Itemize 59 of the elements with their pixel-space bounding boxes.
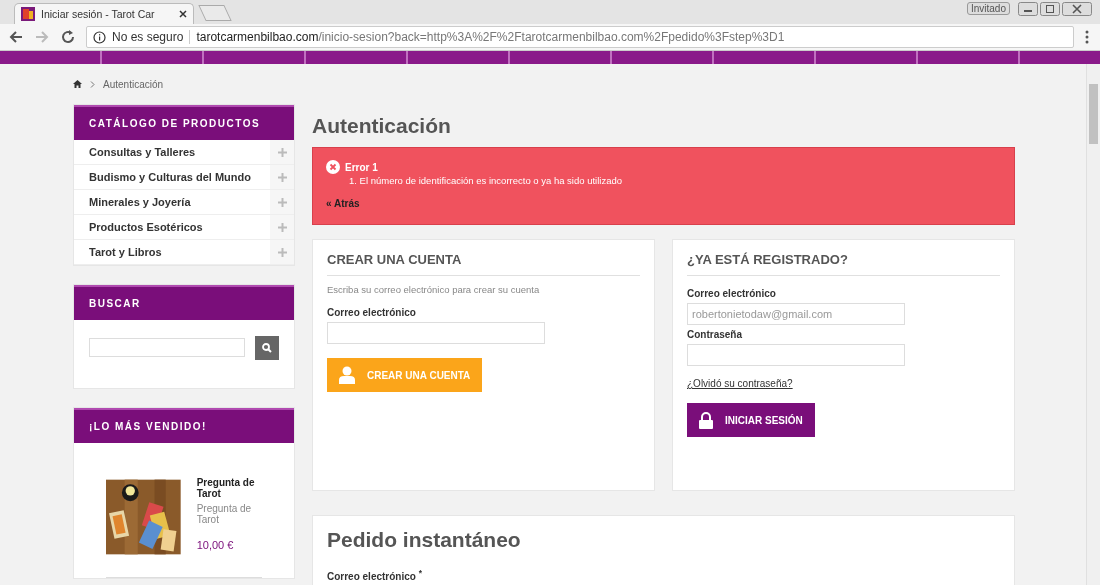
expand-plus-icon[interactable] [270, 165, 294, 189]
lock-icon [699, 411, 713, 429]
forward-arrow-icon[interactable] [34, 29, 50, 45]
close-tab-icon[interactable] [179, 10, 187, 18]
card-title: ¿YA ESTÁ REGISTRADO? [687, 252, 1000, 276]
back-link[interactable]: « Atrás [326, 198, 1001, 209]
category-link[interactable]: Budismo y Culturas del Mundo [74, 171, 270, 183]
hint-text: Escriba su correo electrónico para crear su cuenta [327, 284, 540, 295]
error-number: 1. [349, 175, 357, 186]
user-icon [339, 366, 355, 384]
product-price: 10,00 € [196, 539, 235, 551]
scrollbar[interactable] [1086, 64, 1100, 585]
breadcrumb-item: Autenticación [103, 78, 164, 90]
product-name[interactable]: Pregunta de Tarot [196, 477, 262, 499]
forgot-password-link[interactable]: ¿Olvidó su contraseña? [687, 378, 793, 389]
category-link[interactable]: Minerales y Joyería [74, 196, 270, 208]
maximize-icon[interactable] [1040, 2, 1060, 16]
security-label: No es seguro [112, 30, 191, 44]
expand-plus-icon[interactable] [270, 140, 294, 164]
profile-button[interactable]: Invitado [966, 2, 1010, 15]
menu-icon[interactable] [1084, 29, 1090, 45]
card-title: CREAR UNA CUENTA [327, 252, 640, 276]
info-icon [93, 30, 106, 44]
back-arrow-icon[interactable] [8, 29, 24, 45]
chevron-right-icon [90, 80, 95, 88]
error-message: El número de identificación es incorrecto o ya ha sido utilizado [359, 175, 623, 186]
browser-tab[interactable]: Iniciar sesión - Tarot Car [14, 3, 194, 24]
expand-plus-icon[interactable] [270, 215, 294, 239]
category-link[interactable]: Consultas y Talleres [74, 146, 270, 158]
field-label: Correo electrónico $^{*}$ [327, 568, 422, 583]
field-label: Contraseña [687, 329, 742, 340]
password-field[interactable] [687, 344, 905, 366]
site-favicon-icon [21, 7, 35, 21]
search-field[interactable] [89, 338, 245, 357]
search-button[interactable] [255, 336, 279, 360]
block-header: ¡LO MÁS VENDIDO! [74, 408, 294, 443]
search-icon [262, 343, 272, 353]
field-label: Correo electrónico [687, 288, 776, 299]
minimize-icon[interactable] [1018, 2, 1038, 16]
block-header: CATÁLOGO DE PRODUCTOS [74, 105, 294, 140]
address-bar[interactable]: No es seguro tarotcarmenbilbao.com/inicio-sesion?back=http%3A%2F%2Ftarotcarmenbilbao.com%2Fpedido%3Fstep%3D1 [86, 26, 1074, 48]
block-header: BUSCAR [74, 285, 294, 320]
page-title: Autenticación [312, 112, 452, 139]
new-tab-button[interactable] [198, 5, 232, 21]
home-icon[interactable] [73, 80, 82, 88]
reload-icon[interactable] [60, 29, 76, 45]
expand-plus-icon[interactable] [270, 240, 294, 264]
url-text: tarotcarmenbilbao.com/inicio-sesion?back=http%3A%2F%2Ftarotcarmenbilbao.com%2Fpedido%3Fstep%3D1 [196, 30, 785, 44]
login-button[interactable]: INICIAR SESIÓN [687, 403, 815, 437]
expand-plus-icon[interactable] [270, 190, 294, 214]
email-field[interactable] [327, 322, 545, 344]
error-icon [326, 160, 340, 174]
category-link[interactable]: Tarot y Libros [74, 246, 270, 258]
section-title: Pedido instantáneo [327, 528, 521, 552]
error-title: Error 1 [345, 161, 378, 173]
close-window-icon[interactable] [1062, 2, 1092, 16]
category-link[interactable]: Productos Esotéricos [74, 221, 270, 233]
field-label: Correo electrónico [327, 307, 416, 318]
product-description: Pregunta de Tarot [196, 503, 253, 525]
